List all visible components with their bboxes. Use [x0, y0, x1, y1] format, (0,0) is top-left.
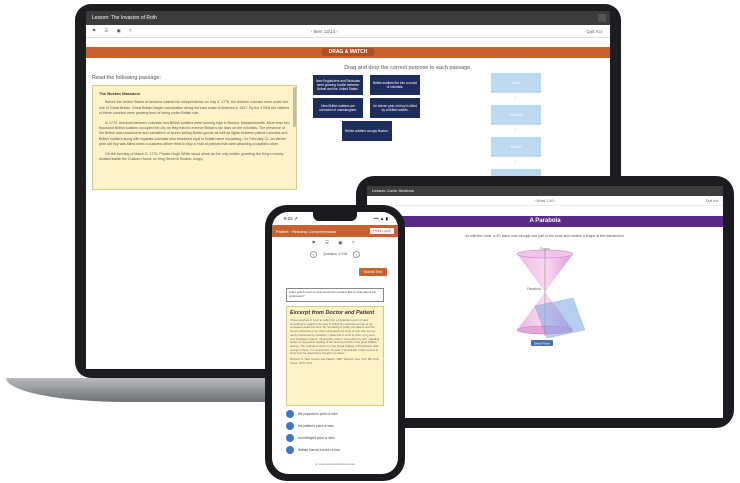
- calculator-icon[interactable]: ▣: [117, 28, 121, 33]
- passage-scrollbar[interactable]: [293, 87, 296, 127]
- tablet-toolbar: ‹ What: 1/16 › Quit Act: [367, 196, 723, 206]
- help-icon[interactable]: ?: [352, 240, 359, 245]
- answer-choice[interactable]: the physician's point of view: [286, 409, 337, 418]
- submit-test-button[interactable]: Submit Test: [358, 268, 387, 276]
- side-label: Parabola: [527, 287, 541, 291]
- drag-card[interactable]: New Englanders and Redcoats were growing…: [313, 75, 363, 95]
- laptop-titlebar: Lesson: The Invasion of Roth: [86, 11, 610, 25]
- phone-toolbar: ⚑ ☰ ▣ ?: [272, 240, 398, 249]
- tablet-nav[interactable]: ‹ What: 1/16 ›: [534, 199, 555, 203]
- activity-label: DRAG & MATCH: [320, 48, 376, 56]
- drop-box[interactable]: Event: [491, 137, 541, 157]
- activity-banner: DRAG & MATCH: [86, 47, 610, 58]
- choice-radio-icon[interactable]: [286, 421, 294, 430]
- help-icon[interactable]: ?: [129, 28, 132, 33]
- excerpt-panel[interactable]: Excerpt from Doctor and Patient I have l…: [286, 306, 384, 406]
- answer-choice[interactable]: an intelligent point of view: [286, 433, 335, 442]
- cone-diagram: Focus Parabola Show Plane: [516, 247, 586, 346]
- drag-card[interactable]: British soldiers occupy Boston.: [342, 121, 392, 141]
- calculator-icon[interactable]: ▣: [338, 240, 346, 245]
- choice-radio-icon[interactable]: [286, 433, 294, 442]
- answer-choice[interactable]: the patient's point of view: [286, 421, 334, 430]
- close-icon[interactable]: [598, 14, 606, 22]
- excerpt-paragraph: I have long had in mind to write from a …: [290, 318, 380, 356]
- choice-label: the patient's point of view: [298, 423, 334, 428]
- arrow-down-icon: ↓: [514, 95, 517, 101]
- status-icons: ••• ▲ ▮: [373, 215, 388, 221]
- tablet-titlebar: Lesson: Conic Sections: [367, 186, 723, 196]
- phone-status-bar: 9:22 ⇗ ••• ▲ ▮: [272, 212, 398, 225]
- flag-icon[interactable]: ⚑: [312, 240, 320, 245]
- answer-choice[interactable]: William Harvey's point of view: [286, 445, 340, 454]
- hints-button[interactable]: Hints Layer: [370, 228, 394, 234]
- prev-question-icon[interactable]: ‹: [310, 250, 318, 258]
- passage-paragraph: Before the United States of America clai…: [99, 100, 290, 116]
- read-label: Read the following passage:: [92, 75, 162, 81]
- show-plane-label: Show Plane: [534, 342, 550, 346]
- passage-panel[interactable]: The Boston Massacre Before the United St…: [92, 85, 297, 190]
- choice-radio-icon[interactable]: [286, 409, 294, 418]
- excerpt-title: Excerpt from Doctor and Patient: [290, 310, 375, 316]
- passage-paragraph: In 1770, tensions between colonists and …: [99, 120, 290, 147]
- drop-box[interactable]: Second: [491, 105, 541, 125]
- excerpt-citation: Mitchell, S. Weir. Doctor and Patient. 1…: [290, 357, 380, 365]
- arrow-down-icon: ↓: [514, 159, 517, 165]
- tablet-screen: Lesson: Conic Sections ‹ What: 1/16 › Qu…: [367, 186, 723, 418]
- item-nav[interactable]: ‹ Item 12/14 ›: [311, 29, 338, 34]
- arrow-down-icon: ↓: [514, 127, 517, 133]
- tablet-page-title: A Parabola: [367, 216, 723, 227]
- next-question-icon[interactable]: ›: [352, 250, 360, 258]
- menu-icon[interactable]: ☰: [104, 28, 108, 33]
- drag-card[interactable]: An eleven year old boy is killed by a Br…: [370, 98, 420, 118]
- status-time: 9:22 ⇗: [284, 215, 298, 221]
- choice-label: the physician's point of view: [298, 411, 338, 416]
- phone-notch: [313, 212, 357, 221]
- quit-button[interactable]: Quit Act: [586, 29, 602, 34]
- menu-icon[interactable]: ☰: [325, 240, 333, 245]
- phone-app-header: Patient · Reading Comprehension Hints La…: [272, 225, 398, 237]
- tablet-quit-button[interactable]: Quit Act: [706, 196, 718, 206]
- phone-app-title: Patient · Reading Comprehension: [276, 228, 337, 234]
- drag-card[interactable]: New British soldiers are convicted of ma…: [313, 98, 363, 118]
- footer-url: A. www.examplesoftware.com: [314, 462, 355, 466]
- flag-icon[interactable]: ⚑: [92, 28, 96, 33]
- tablet-description: As with the circle, a 3D plane cuts thro…: [465, 234, 625, 238]
- choice-radio-icon[interactable]: [286, 445, 294, 454]
- question-counter: Question 17/18: [323, 252, 347, 256]
- instruction-text: Drag and drop the correct purpose to eac…: [344, 65, 472, 71]
- choice-label: an intelligent point of view: [298, 435, 335, 440]
- passage-title: The Boston Massacre: [99, 91, 141, 96]
- drop-box[interactable]: Start: [491, 73, 541, 93]
- choice-label: William Harvey's point of view: [298, 447, 341, 452]
- phone-screen: 9:22 ⇗ ••• ▲ ▮ Patient · Reading Compreh…: [272, 212, 398, 474]
- passage-paragraph: On the evening of March 5, 1770, Private…: [99, 151, 284, 162]
- question-text: From which point of view would the narra…: [286, 288, 384, 302]
- lesson-title: Lesson: The Invasion of Roth: [92, 15, 157, 21]
- laptop-toolbar: ⚑ ☰ ▣ ? ‹ Item 12/14 › Quit Act: [86, 25, 610, 38]
- question-nav: ‹ Question 17/18 ›: [272, 249, 398, 259]
- drag-card[interactable]: British soldiers fire into a crowd of co…: [370, 75, 420, 95]
